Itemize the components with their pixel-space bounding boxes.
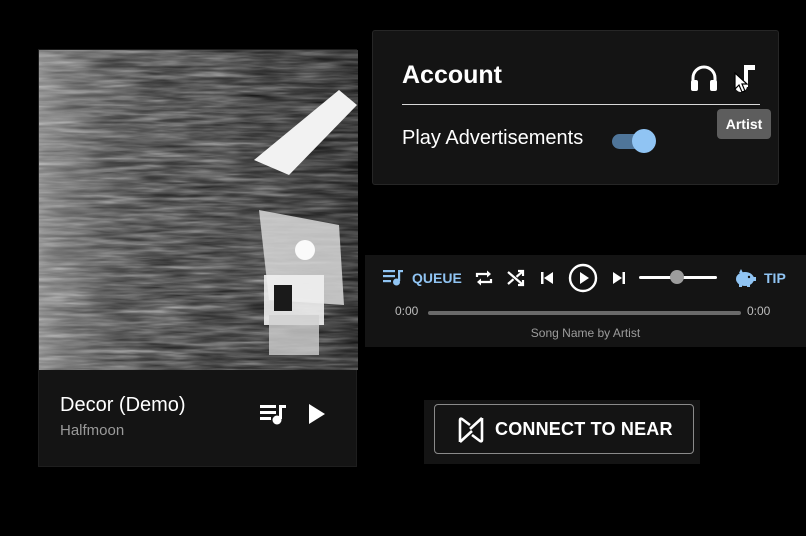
play-icon[interactable] xyxy=(307,403,327,425)
song-artist[interactable]: Halfmoon xyxy=(60,422,124,439)
near-logo-icon xyxy=(458,417,484,443)
time-elapsed: 0:00 xyxy=(395,304,419,318)
skip-next-icon[interactable] xyxy=(611,270,627,286)
tip-button-label[interactable]: TIP xyxy=(764,270,786,286)
queue-icon[interactable] xyxy=(383,268,405,288)
time-total: 0:00 xyxy=(747,304,771,318)
headphones-icon[interactable] xyxy=(690,64,718,92)
volume-slider-thumb[interactable] xyxy=(670,270,684,284)
connect-near-label: CONNECT TO NEAR xyxy=(495,419,673,439)
mouse-cursor-icon xyxy=(734,72,748,93)
album-cover-image[interactable] xyxy=(39,50,358,370)
queue-button-label[interactable]: QUEUE xyxy=(412,270,462,286)
artist-tooltip: Artist xyxy=(717,109,771,139)
repeat-icon[interactable] xyxy=(474,268,494,288)
piggy-bank-icon[interactable] xyxy=(734,268,756,288)
now-playing-text: Song Name by Artist xyxy=(530,326,641,340)
connect-panel: CONNECT TO NEAR xyxy=(424,400,700,464)
account-divider xyxy=(402,104,760,105)
skip-previous-icon[interactable] xyxy=(539,270,555,286)
song-card: Decor (Demo) Halfmoon xyxy=(38,49,358,467)
account-title: Account xyxy=(402,61,502,89)
progress-bar[interactable] xyxy=(428,311,741,315)
player-bar: QUEUE TIP 0:00 0:00 Song Name by Artist xyxy=(365,255,806,347)
shuffle-icon[interactable] xyxy=(506,268,526,288)
account-panel: Account Artist Play Advertisements xyxy=(372,30,779,185)
toggle-thumb xyxy=(632,129,656,153)
playlist-add-icon[interactable] xyxy=(260,402,288,426)
connect-near-button[interactable]: CONNECT TO NEAR xyxy=(434,404,694,454)
play-ads-label: Play Advertisements xyxy=(402,127,584,149)
song-title: Decor (Demo) xyxy=(60,394,186,416)
play-ads-toggle[interactable] xyxy=(610,128,658,154)
play-circle-icon[interactable] xyxy=(568,263,598,293)
